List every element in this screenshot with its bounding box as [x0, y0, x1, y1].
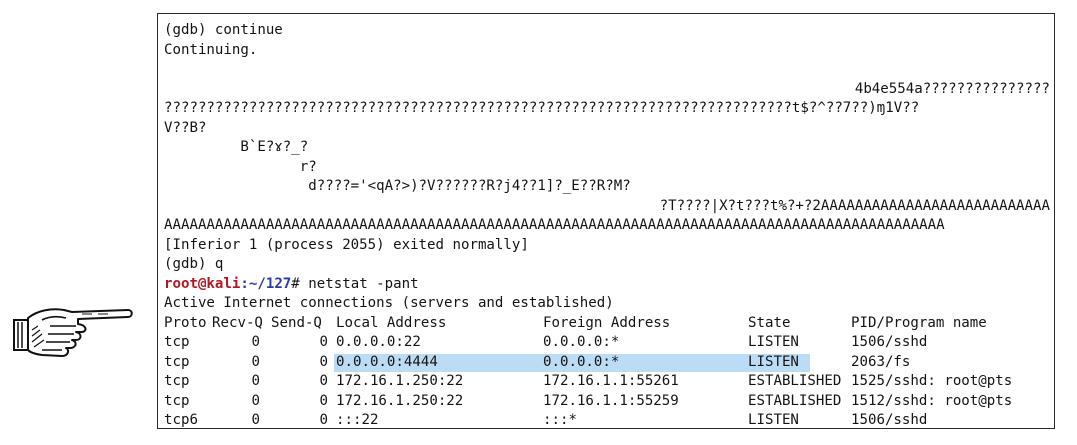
column-header: PID/Program name [851, 314, 987, 331]
terminal-line: d????='<qA?>)?V??????R?j4??1]?_E??R?M? [164, 178, 631, 194]
terminal-line: B`E?ɤ?_? [164, 139, 309, 155]
table-row: tcp 0 0 172.16.1.250:22 172.16.1.1:55259 ESTA… [164, 392, 1050, 412]
foreign-address-cell: 172.16.1.1:55259 [543, 392, 679, 409]
column-header: Proto [164, 314, 207, 331]
foreign-address-cell: 0.0.0.0:* [543, 334, 620, 350]
terminal-line: ????????????????????????????????????????… [164, 100, 920, 116]
column-header: Recv-Q [212, 314, 263, 331]
send-q-cell: 0 [319, 353, 329, 370]
foreign-address-cell: :::* [543, 412, 577, 428]
terminal-line: ?T????|X?t???t%?+?2AAAAAAAAAAAAAAAAAAAAA… [659, 197, 1050, 214]
prompt-user-host: root@kali [164, 275, 241, 292]
column-header: Foreign Address [543, 314, 671, 331]
proto-cell: tcp [164, 392, 190, 409]
proto-cell: tcp6 [164, 412, 198, 428]
terminal-line: r? [164, 158, 317, 175]
terminal-line: (gdb) continue [164, 22, 283, 38]
terminal-line: 4b4e554a??????????????? [854, 80, 1050, 97]
recv-q-cell: 0 [251, 353, 261, 370]
netstat-header-row: Proto Recv-Q Send-Q Local Address Foreign Ad… [164, 314, 1050, 334]
proto-cell: tcp [164, 353, 190, 370]
command-text: netstat -pant [299, 275, 419, 292]
terminal-line: AAAAAAAAAAAAAAAAAAAAAAAAAAAAAAAAAAAAAAAA… [164, 217, 945, 233]
state-cell: LISTEN [748, 353, 799, 370]
terminal-line: V??B? [164, 119, 207, 136]
program-cell: 1506/sshd [851, 334, 928, 350]
terminal-line: Continuing. [164, 41, 258, 58]
local-address-cell: 0.0.0.0:22 [336, 334, 421, 350]
terminal-window[interactable]: (gdb) continue Continuing. 4b4e554a?????… [157, 13, 1055, 429]
foreign-address-cell: 172.16.1.1:55261 [543, 373, 679, 389]
column-header: Send-Q [271, 314, 322, 331]
send-q-cell: 0 [319, 412, 329, 428]
program-cell: 1512/sshd: root@pts [851, 392, 1013, 409]
proto-cell: tcp [164, 373, 190, 389]
program-cell: 1506/sshd [851, 412, 928, 428]
recv-q-cell: 0 [251, 412, 261, 428]
state-cell: ESTABLISHED [748, 373, 842, 389]
prompt-symbol: # [291, 275, 300, 292]
prompt-path: :~/127 [240, 275, 292, 292]
command-line: root@kali:~/127# netstat -pant [164, 275, 1050, 295]
table-row: tcp 0 0 0.0.0.0:22 0.0.0.0:* LISTEN 1506/sshd [164, 333, 1050, 353]
send-q-cell: 0 [319, 334, 329, 350]
state-cell: LISTEN [748, 334, 799, 350]
netstat-title: Active Internet connections (servers and… [164, 295, 614, 311]
terminal-output: (gdb) continue Continuing. 4b4e554a?????… [164, 21, 1050, 428]
column-header: State [748, 314, 791, 331]
terminal-line: (gdb) q [164, 256, 224, 272]
column-header: Local Address [336, 314, 447, 331]
state-cell: LISTEN [748, 412, 799, 428]
pointing-hand-icon [13, 308, 133, 357]
terminal-line: [Inferior 1 (process 2055) exited normal… [164, 236, 529, 253]
state-cell: ESTABLISHED [748, 392, 842, 409]
local-address-cell: :::22 [336, 412, 379, 428]
foreign-address-cell: 0.0.0.0:* [543, 353, 620, 370]
local-address-cell: 0.0.0.0:4444 [336, 353, 438, 370]
send-q-cell: 0 [319, 392, 329, 409]
recv-q-cell: 0 [251, 334, 261, 350]
proto-cell: tcp [164, 334, 190, 350]
recv-q-cell: 0 [251, 373, 261, 389]
local-address-cell: 172.16.1.250:22 [336, 392, 464, 409]
local-address-cell: 172.16.1.250:22 [336, 373, 464, 389]
table-row: tcp6 0 0:::22:::* LISTEN 1506/sshd [164, 411, 1050, 428]
program-cell: 1525/sshd: root@pts [851, 373, 1013, 389]
table-row-selected[interactable]: tcp 0 0 0.0.0.0:4444 0.0.0.0:* LISTEN 2063/fs [164, 353, 1050, 373]
send-q-cell: 0 [319, 373, 329, 389]
recv-q-cell: 0 [251, 392, 261, 409]
program-cell: 2063/fs [851, 353, 911, 370]
table-row: tcp 0 0 172.16.1.250:22 172.16.1.1:55261 ESTA… [164, 372, 1050, 392]
